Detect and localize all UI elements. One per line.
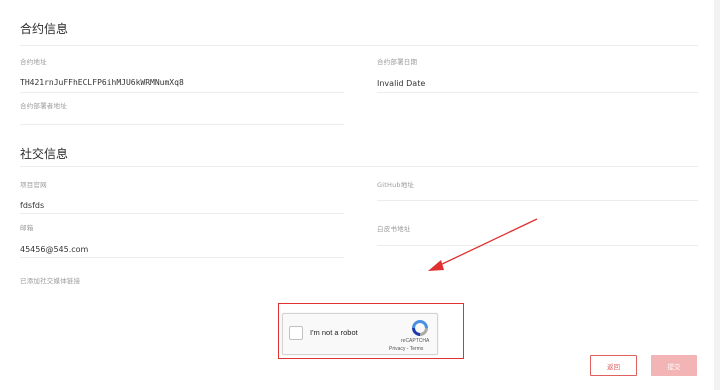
github-label: GitHub地址 <box>377 181 415 189</box>
website-value[interactable]: fdsfds <box>20 201 44 210</box>
recaptcha-brand: reCAPTCHA <box>401 338 430 344</box>
privacy-link[interactable]: Privacy <box>389 346 405 352</box>
whitepaper-label: 白皮书地址 <box>377 225 411 233</box>
field-underline <box>20 92 344 93</box>
back-button[interactable]: 返回 <box>590 355 637 376</box>
divider <box>20 45 698 46</box>
submit-button[interactable]: 提交 <box>651 355 697 376</box>
captcha-checkbox[interactable] <box>289 326 303 340</box>
field-underline <box>20 213 344 214</box>
terms-link[interactable]: Terms <box>410 346 424 352</box>
field-underline <box>377 245 698 246</box>
divider <box>20 166 698 167</box>
field-underline <box>20 124 344 125</box>
recaptcha-widget: I'm not a robot reCAPTCHA Privacy - Term… <box>282 313 438 355</box>
social-info-title: 社交信息 <box>20 147 69 161</box>
field-underline <box>377 92 698 93</box>
recaptcha-links: Privacy - Terms <box>389 346 423 352</box>
field-underline <box>20 257 344 258</box>
recaptcha-logo-icon <box>412 320 428 336</box>
website-label: 项目官网 <box>20 181 47 189</box>
deploy-date-value[interactable]: Invalid Date <box>377 79 425 88</box>
contract-address-label: 合约地址 <box>20 58 47 66</box>
captcha-label: I'm not a robot <box>310 328 358 337</box>
deploy-date-label: 合约部署日期 <box>377 58 418 66</box>
email-label: 邮箱 <box>20 224 34 232</box>
field-underline <box>377 200 698 201</box>
email-value[interactable]: 45456@545.com <box>20 245 88 254</box>
contract-address-value[interactable]: TH421rnJuFFhECLFP6ihMJU6kWRMNumXq8 <box>20 78 184 87</box>
added-social-media-label: 已添加社交媒体链接 <box>20 277 81 285</box>
contract-info-title: 合约信息 <box>20 22 69 36</box>
right-scroll-edge <box>714 0 720 390</box>
deployer-address-label: 合约部署者地址 <box>20 102 67 110</box>
